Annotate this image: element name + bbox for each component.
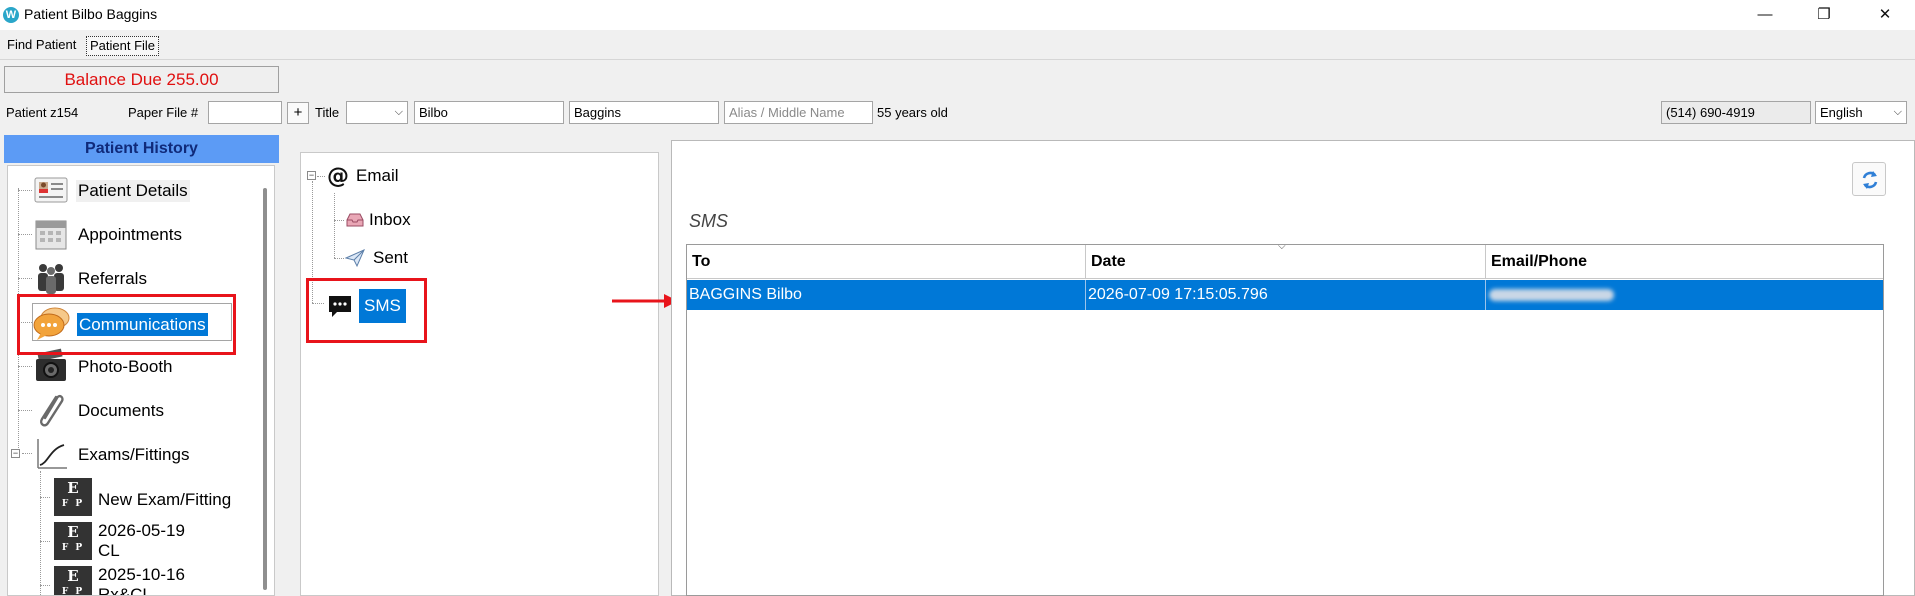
svg-text:@: @	[327, 164, 349, 189]
title-select[interactable]: ⌵	[346, 101, 408, 124]
exam-item-new[interactable]: EF P New Exam/Fitting	[54, 478, 254, 516]
history-item-documents[interactable]: Documents	[32, 391, 232, 429]
close-button[interactable]: ✕	[1862, 0, 1908, 30]
exam-item-label: New Exam/Fitting	[98, 490, 232, 509]
paperclip-icon	[32, 391, 70, 429]
inbox-icon	[346, 213, 364, 227]
phone-field[interactable]: (514) 690-4919	[1661, 101, 1811, 124]
eye-chart-icon: EF P	[54, 522, 92, 560]
app-icon: W	[3, 7, 19, 23]
history-scrollbar[interactable]	[263, 188, 267, 590]
history-item-label: Referrals	[78, 269, 147, 288]
history-item-label: Exams/Fittings	[78, 445, 190, 464]
redacted-value	[1489, 289, 1614, 301]
comm-item-email[interactable]: @ Email	[325, 163, 445, 189]
history-item-label: Photo-Booth	[78, 357, 173, 376]
history-item-appointments[interactable]: Appointments	[32, 215, 232, 253]
comm-item-label: Sent	[373, 248, 408, 267]
last-name-input[interactable]: Baggins	[569, 101, 719, 124]
minimize-button[interactable]: —	[1742, 0, 1788, 30]
history-item-label: Patient Details	[76, 180, 190, 202]
tab-bar: Find Patient Patient File	[0, 30, 1915, 60]
history-item-patient-details[interactable]: Patient Details	[32, 171, 232, 209]
patient-history-header: Patient History	[4, 135, 279, 163]
communications-tree: − @ Email Inbox Sent SMS	[300, 152, 659, 596]
paper-file-label: Paper File #	[128, 105, 199, 120]
comm-item-inbox[interactable]: Inbox	[345, 208, 465, 232]
comm-item-label: Inbox	[369, 210, 411, 229]
chevron-down-icon: ⌵	[394, 106, 403, 118]
collapse-icon[interactable]: −	[11, 449, 20, 458]
graph-icon	[32, 435, 70, 473]
alias-input[interactable]: Alias / Middle Name	[724, 101, 873, 124]
column-header-date[interactable]: Date	[1086, 245, 1486, 279]
id-card-icon	[32, 171, 70, 209]
comm-item-sent[interactable]: Sent	[345, 246, 465, 270]
history-item-exams-fittings[interactable]: Exams/Fittings	[32, 435, 232, 473]
exam-item-label: 2026-05-19 CL	[98, 521, 185, 560]
arrow-annotation-icon	[612, 294, 678, 308]
calendar-icon	[32, 215, 70, 253]
window-title: Patient Bilbo Baggins	[24, 6, 158, 22]
cell-date: 2026-07-09 17:15:05.796	[1086, 280, 1486, 310]
history-item-label: Documents	[78, 401, 164, 420]
cell-email-phone	[1486, 280, 1883, 310]
patient-history-tree: − Patient Details Appointments Referrals…	[7, 165, 275, 596]
language-select[interactable]: English ⌵	[1815, 101, 1907, 124]
highlight-box	[17, 294, 236, 355]
sms-panel-title: SMS	[689, 211, 729, 231]
language-value: English	[1820, 105, 1863, 120]
column-header-to[interactable]: To	[687, 245, 1086, 279]
sort-chevron-icon: ⌵	[1278, 241, 1286, 252]
refresh-icon	[1862, 171, 1878, 189]
exam-item-2026-05-19[interactable]: EF P 2026-05-19 CL	[54, 521, 254, 560]
people-icon	[32, 259, 70, 297]
paper-plane-icon	[345, 249, 365, 268]
eye-chart-icon: EF P	[54, 566, 92, 595]
age-text: 55 years old	[877, 105, 948, 120]
at-sign-icon: @	[327, 164, 349, 189]
exam-item-2025-10-16[interactable]: EF P 2025-10-16 Rx&CL	[54, 565, 254, 596]
add-paper-file-button[interactable]: +	[287, 102, 309, 124]
column-header-email-phone[interactable]: Email/Phone	[1486, 245, 1883, 279]
tab-find-patient[interactable]: Find Patient	[4, 36, 79, 56]
paper-file-input[interactable]	[208, 101, 282, 124]
first-name-input[interactable]: Bilbo	[414, 101, 564, 124]
cell-to: BAGGINS Bilbo	[687, 280, 1086, 310]
chevron-down-icon: ⌵	[1893, 106, 1902, 118]
patient-id-label: Patient z154	[6, 105, 79, 120]
eye-chart-icon: EF P	[54, 478, 92, 516]
history-item-referrals[interactable]: Referrals	[32, 259, 232, 297]
title-label: Title	[315, 105, 340, 120]
collapse-icon[interactable]: −	[307, 171, 316, 180]
highlight-box	[306, 278, 427, 343]
title-bar: W Patient Bilbo Baggins — ❐ ✕	[0, 0, 1915, 30]
refresh-button[interactable]	[1852, 162, 1886, 196]
maximize-button[interactable]: ❐	[1801, 0, 1847, 30]
history-item-label: Appointments	[78, 225, 182, 244]
comm-item-label: Email	[356, 166, 399, 185]
tab-patient-file[interactable]: Patient File	[86, 36, 160, 56]
sms-table: To Date ⌵ Email/Phone BAGGINS Bilbo 2026…	[686, 241, 1884, 596]
balance-due-button[interactable]: Balance Due 255.00	[4, 66, 279, 93]
exam-item-label: 2025-10-16 Rx&CL	[98, 565, 185, 596]
